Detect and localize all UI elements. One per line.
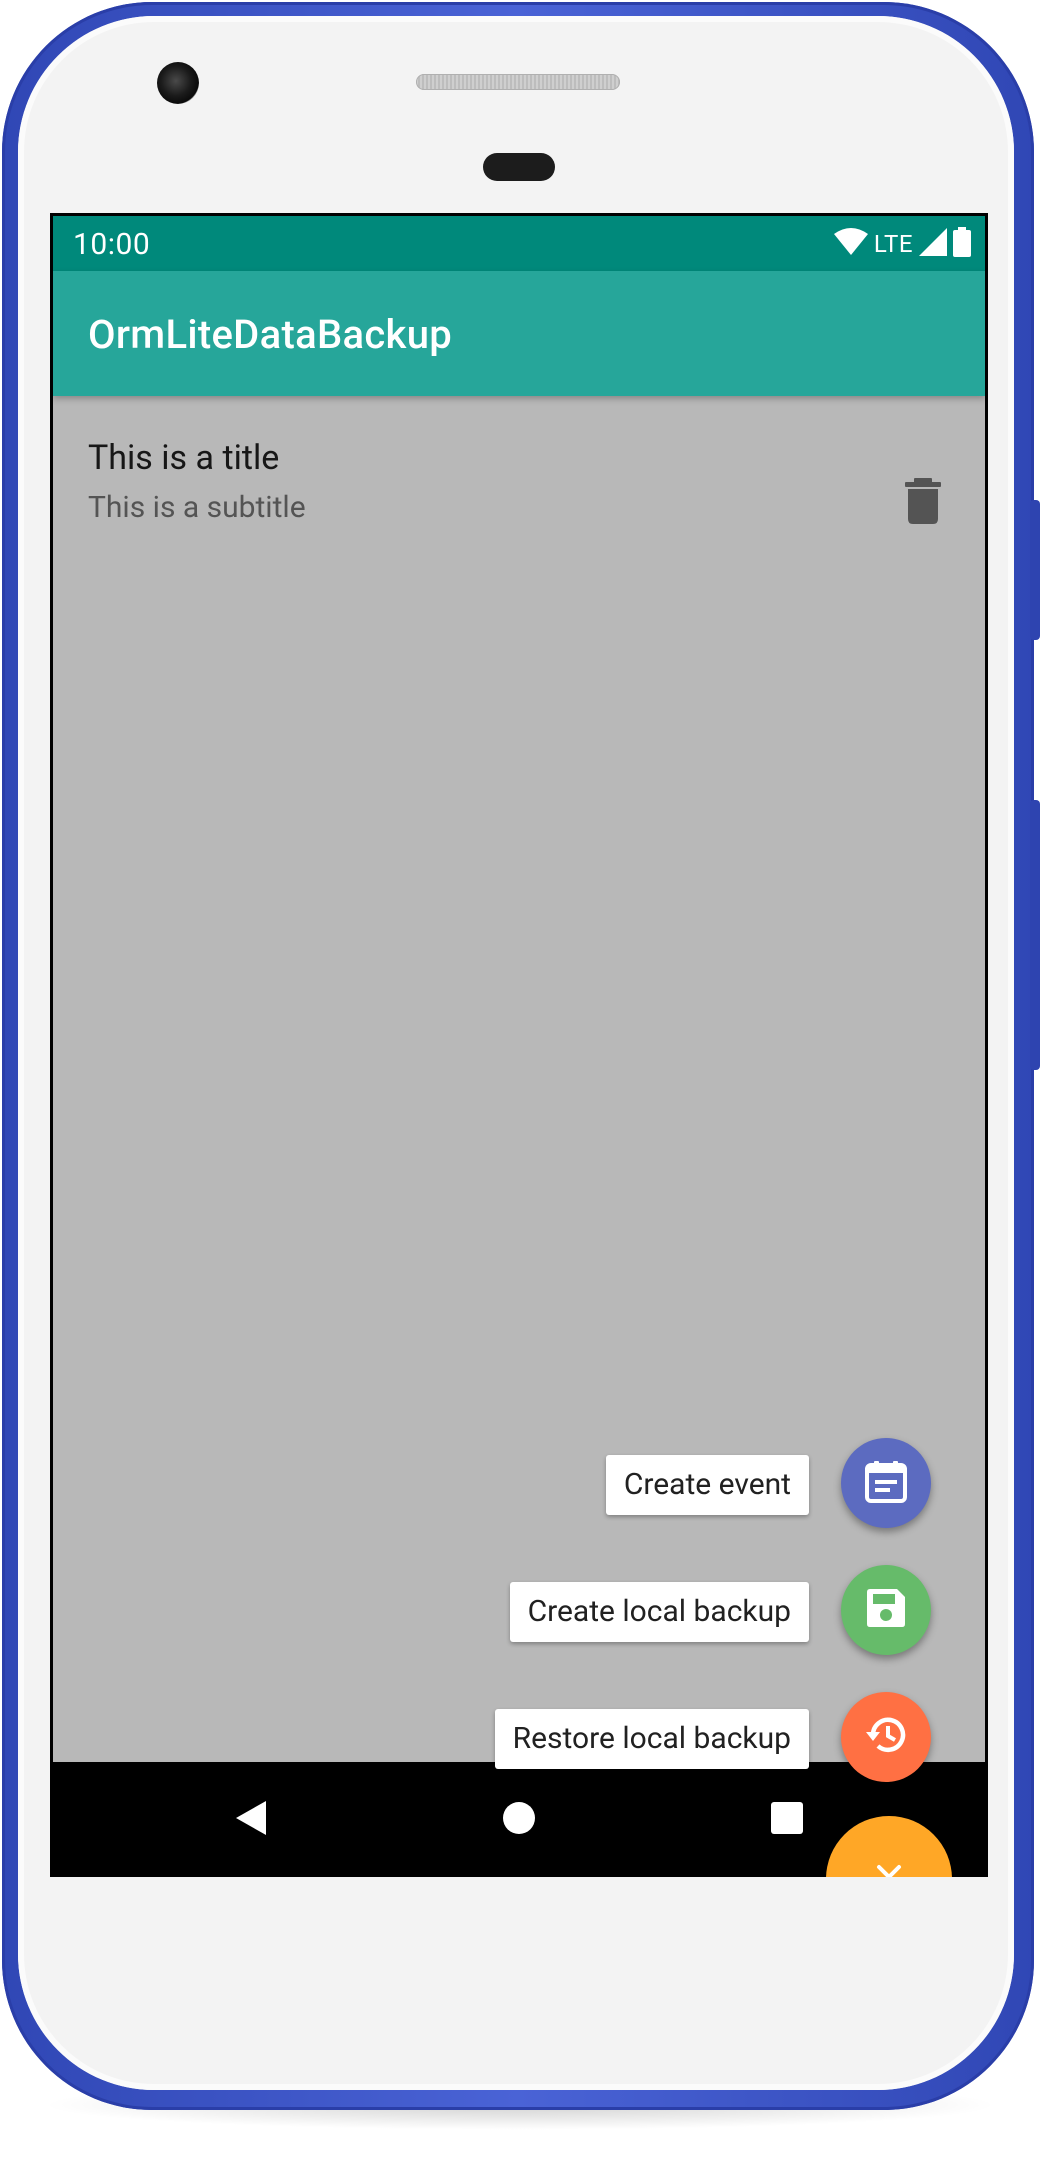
main-content: This is a title This is a subtitle Creat… (53, 396, 985, 1877)
close-icon (876, 1864, 902, 1877)
recents-icon[interactable] (767, 1798, 807, 1838)
power-button (1030, 500, 1040, 640)
calendar-icon (864, 1459, 908, 1507)
proximity-sensor (483, 153, 555, 181)
volume-button (1030, 800, 1040, 1070)
status-icons: LTE (833, 227, 971, 261)
save-icon (864, 1586, 908, 1634)
back-icon[interactable] (231, 1798, 271, 1838)
home-icon[interactable] (499, 1798, 539, 1838)
app-title: OrmLiteDataBackup (88, 311, 453, 358)
front-camera (157, 62, 199, 104)
restore-icon (863, 1712, 909, 1762)
signal-icon (919, 228, 947, 260)
earpiece-speaker (416, 74, 620, 90)
restore-local-backup-button[interactable] (841, 1692, 931, 1782)
create-event-button[interactable] (841, 1438, 931, 1528)
app-bar: OrmLiteDataBackup (53, 271, 985, 396)
wifi-icon (833, 228, 868, 260)
status-time: 10:00 (73, 227, 151, 262)
create-event-label[interactable]: Create event (605, 1455, 809, 1515)
create-local-backup-label[interactable]: Create local backup (509, 1582, 809, 1642)
create-local-backup-button[interactable] (841, 1565, 931, 1655)
speed-dial-overlay[interactable] (53, 396, 985, 1762)
screen: 10:00 LTE OrmLiteDataBackup This is a ti… (50, 213, 988, 1877)
network-type: LTE (873, 230, 913, 258)
status-bar: 10:00 LTE (53, 216, 985, 271)
battery-icon (953, 227, 971, 261)
device-frame: 10:00 LTE OrmLiteDataBackup This is a ti… (0, 0, 1046, 2158)
restore-local-backup-label[interactable]: Restore local backup (494, 1709, 809, 1769)
